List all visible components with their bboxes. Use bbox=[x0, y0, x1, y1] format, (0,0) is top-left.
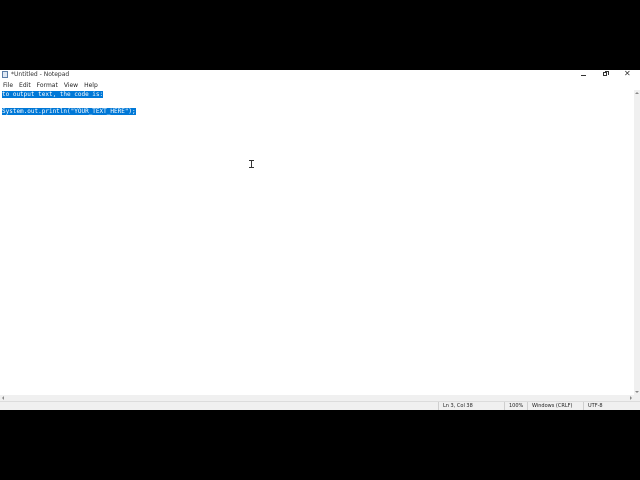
scroll-down-icon[interactable] bbox=[635, 391, 639, 393]
menu-format[interactable]: Format bbox=[37, 82, 58, 90]
scroll-up-icon[interactable] bbox=[635, 92, 639, 94]
editor-line-3[interactable]: System.out.println("YOUR_TEXT_HERE"); bbox=[2, 107, 136, 116]
notepad-icon bbox=[2, 71, 8, 78]
status-bar: Ln 3, Col 38 100% Windows (CRLF) UTF-8 bbox=[0, 401, 640, 410]
status-encoding: UTF-8 bbox=[583, 402, 633, 410]
menu-edit[interactable]: Edit bbox=[19, 82, 31, 90]
menu-view[interactable]: View bbox=[64, 82, 78, 90]
restore-icon bbox=[603, 71, 609, 76]
menu-help[interactable]: Help bbox=[84, 82, 98, 90]
scroll-left-icon[interactable] bbox=[2, 396, 4, 400]
minimize-button[interactable] bbox=[574, 70, 596, 80]
status-position: Ln 3, Col 38 bbox=[438, 402, 504, 410]
text-editor-area[interactable]: to output text, the code is: System.out.… bbox=[0, 90, 634, 395]
maximize-button[interactable] bbox=[596, 70, 618, 80]
scroll-right-icon[interactable] bbox=[630, 396, 632, 400]
menu-bar: File Edit Format View Help bbox=[0, 81, 101, 90]
menu-file[interactable]: File bbox=[3, 82, 13, 90]
notepad-window: *Untitled - Notepad ✕ File Edit Format V… bbox=[0, 70, 640, 410]
text-cursor-icon bbox=[249, 160, 254, 168]
editor-line-1[interactable]: to output text, the code is: bbox=[2, 90, 104, 99]
selected-text[interactable]: to output text, the code is: bbox=[2, 91, 104, 98]
title-bar[interactable]: *Untitled - Notepad ✕ bbox=[0, 70, 640, 80]
status-line-ending: Windows (CRLF) bbox=[527, 402, 583, 410]
close-button[interactable]: ✕ bbox=[618, 70, 640, 80]
selected-text[interactable]: System.out.println("YOUR_TEXT_HERE"); bbox=[2, 108, 136, 115]
status-zoom: 100% bbox=[504, 402, 527, 410]
minimize-icon bbox=[581, 75, 586, 76]
window-title: *Untitled - Notepad bbox=[11, 71, 70, 78]
window-controls: ✕ bbox=[574, 70, 640, 80]
vertical-scrollbar[interactable] bbox=[634, 90, 640, 395]
close-icon: ✕ bbox=[624, 69, 631, 78]
